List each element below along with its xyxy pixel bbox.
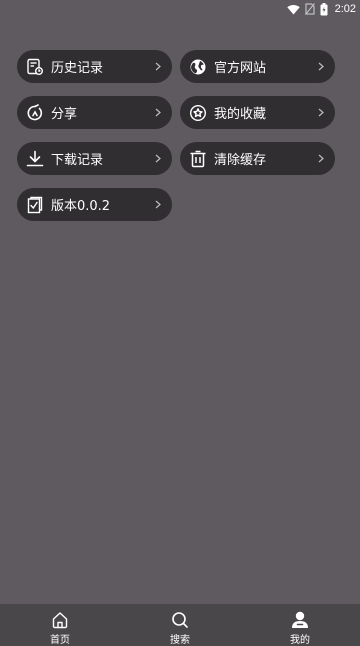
official-website-label: 官方网站 (214, 61, 267, 76)
history-label: 历史记录 (51, 61, 104, 76)
download-records-button[interactable]: 下载记录 (17, 142, 172, 175)
chevron-right-icon (154, 200, 162, 210)
download-icon (26, 150, 44, 168)
trash-icon (189, 150, 207, 168)
version-label: 版本0.0.2 (51, 199, 111, 214)
nav-item-search[interactable]: 搜索 (120, 604, 240, 646)
share-label: 分享 (51, 107, 78, 122)
version-button[interactable]: 版本0.0.2 (17, 188, 172, 221)
nav-item-home[interactable]: 首页 (0, 604, 120, 646)
version-icon (26, 196, 44, 214)
share-icon (26, 103, 44, 122)
chevron-right-icon (154, 62, 162, 72)
history-button[interactable]: 历史记录 (17, 50, 172, 83)
search-icon (170, 610, 190, 630)
nav-label-profile: 我的 (290, 635, 310, 646)
clear-cache-button[interactable]: 清除缓存 (180, 142, 335, 175)
chevron-right-icon (154, 108, 162, 118)
nav-item-profile[interactable]: 我的 (240, 604, 360, 646)
wifi-icon (286, 4, 300, 15)
menu-grid: 历史记录 官方网站 分享 我的收藏 下载记录 清除缓存 版本0.0.2 (17, 50, 335, 221)
no-sim-icon (304, 3, 315, 15)
globe-icon (189, 58, 207, 76)
star-icon (189, 104, 207, 122)
profile-icon (290, 610, 310, 630)
bottom-nav: 首页 搜索 我的 (0, 604, 360, 646)
share-button[interactable]: 分享 (17, 96, 172, 129)
status-time: 2:02 (334, 3, 356, 15)
download-records-label: 下载记录 (51, 153, 104, 168)
clear-cache-label: 清除缓存 (214, 153, 267, 168)
favorites-button[interactable]: 我的收藏 (180, 96, 335, 129)
favorites-label: 我的收藏 (214, 107, 267, 122)
home-icon (50, 610, 70, 630)
nav-label-search: 搜索 (170, 635, 190, 646)
chevron-right-icon (154, 154, 162, 164)
history-icon (26, 58, 44, 76)
nav-label-home: 首页 (50, 635, 70, 646)
status-bar: 2:02 (0, 0, 360, 18)
battery-icon (320, 2, 328, 16)
official-website-button[interactable]: 官方网站 (180, 50, 335, 83)
chevron-right-icon (317, 62, 325, 72)
chevron-right-icon (317, 108, 325, 118)
chevron-right-icon (317, 154, 325, 164)
